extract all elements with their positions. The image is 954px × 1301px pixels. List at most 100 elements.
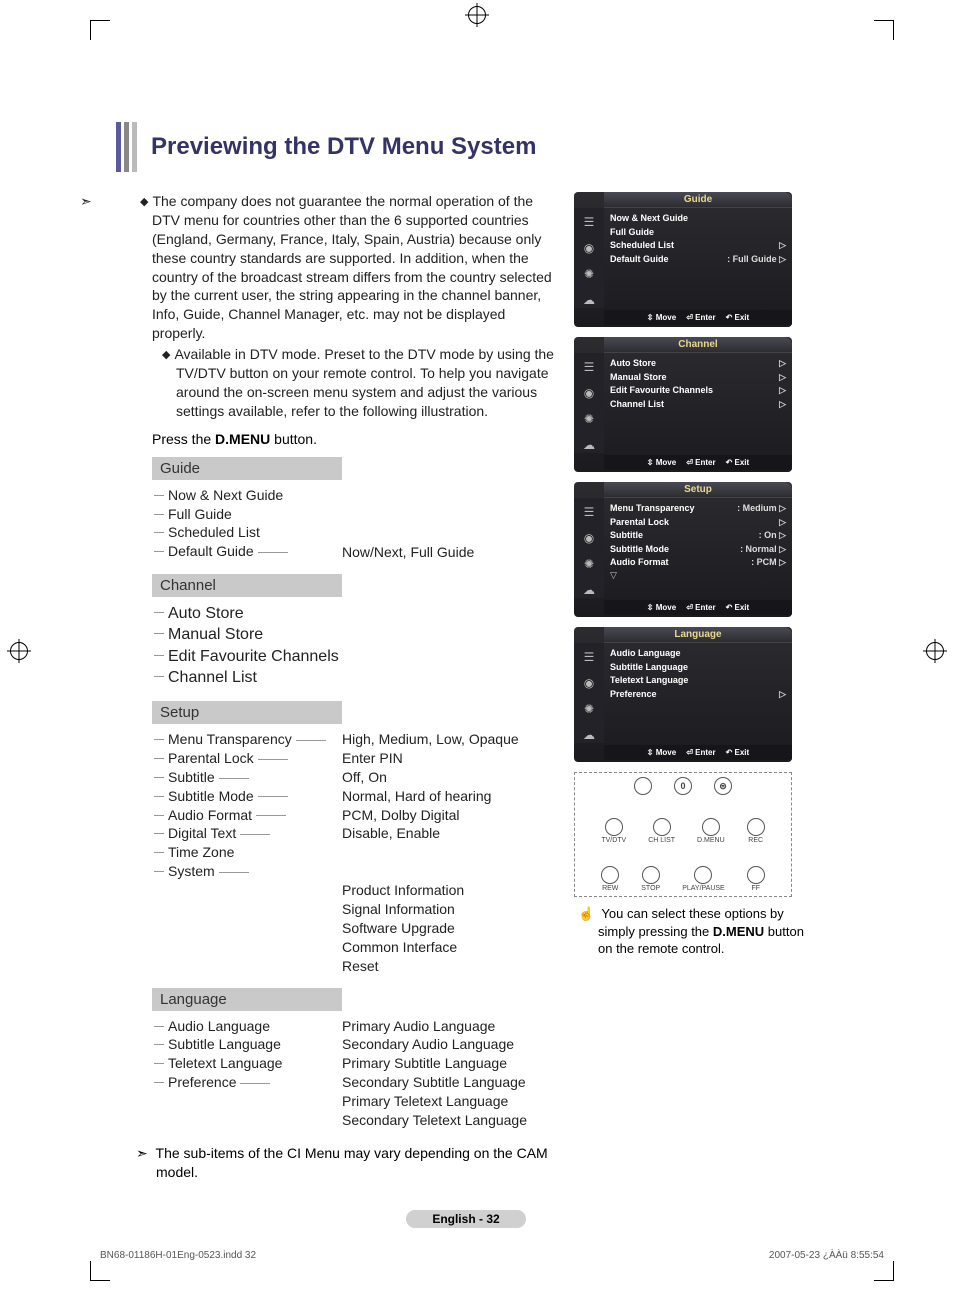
tree-item: Manual Store (152, 624, 556, 646)
section-header: Channel (152, 574, 342, 597)
tree-item: Subtitle Mode (152, 787, 342, 806)
tree-value: Off, On (342, 768, 556, 787)
osd-row: Default Guide: Full Guide ▷ (610, 253, 786, 267)
tree-item: System (152, 862, 342, 881)
osd-row: Audio Language (610, 647, 786, 661)
crop-mark (874, 20, 894, 40)
tree-value: Product Information (342, 881, 556, 900)
osd-row: Edit Favourite Channels▷ (610, 384, 786, 398)
tree-item: Subtitle Language (152, 1035, 342, 1054)
sound-icon: ☁ (581, 582, 597, 598)
tree-item: Subtitle (152, 768, 342, 787)
tree-value: Primary Subtitle Language (342, 1054, 556, 1073)
remote-button: REC (747, 818, 765, 844)
tree-item: Preference (152, 1073, 342, 1092)
tree-item: Edit Favourite Channels (152, 646, 556, 668)
section-setup: Setup Menu Transparency Parental Lock Su… (152, 701, 556, 976)
tree-item: Menu Transparency (152, 730, 342, 749)
section-guide: Guide Now & Next Guide Full Guide Schedu… (152, 457, 556, 562)
osd-exit-hint: ↶ Exit (726, 748, 750, 757)
osd-panel-setup: Setup ☰ ◉ ✺ ☁ Menu Transparency: Medium … (574, 482, 792, 617)
tree-item: Channel List (152, 667, 556, 689)
picture-icon: ✺ (581, 266, 597, 282)
tree-item: Full Guide (152, 505, 342, 524)
remote-button (634, 777, 652, 796)
tree-item: Digital Text (152, 824, 342, 843)
osd-row: Subtitle: On ▷ (610, 529, 786, 543)
osd-panel-language: Language ☰ ◉ ✺ ☁ Audio LanguageSubtitle … (574, 627, 792, 762)
remote-button: FF (747, 866, 765, 892)
press-dmenu-line: Press the D.MENU button. (152, 431, 556, 447)
tree-value: Secondary Audio Language (342, 1035, 556, 1054)
tree-item: Auto Store (152, 603, 556, 625)
osd-row: Parental Lock▷ (610, 516, 786, 530)
osd-row: Audio Format: PCM ▷ (610, 556, 786, 570)
registration-mark-icon (926, 642, 944, 660)
crop-mark (90, 1261, 110, 1281)
tree-item: Time Zone (152, 843, 342, 862)
tip-text: ☝ You can select these options by simply… (598, 905, 804, 958)
crop-mark (874, 1261, 894, 1281)
tv-icon: ☰ (581, 649, 597, 665)
osd-title: Language (604, 627, 792, 643)
picture-icon: ✺ (581, 701, 597, 717)
remote-button: D.MENU (697, 818, 725, 844)
tree-value: PCM, Dolby Digital (342, 806, 556, 825)
osd-row: Subtitle Language (610, 661, 786, 675)
tree-item: Now & Next Guide (152, 486, 342, 505)
page-badge: English - 32 (406, 1210, 526, 1228)
osd-row: Channel List▷ (610, 398, 786, 412)
footer-filename: BN68-01186H-01Eng-0523.indd 32 (100, 1250, 256, 1261)
tree-value: Enter PIN (342, 749, 556, 768)
remote-button: 0 (674, 777, 692, 796)
osd-row: Scheduled List▷ (610, 239, 786, 253)
tv-icon: ☰ (581, 359, 597, 375)
section-header: Setup (152, 701, 342, 724)
osd-move-hint: ⇳ Move (647, 458, 676, 467)
osd-title: Setup (604, 482, 792, 498)
section-channel: Channel Auto Store Manual Store Edit Fav… (152, 574, 556, 689)
osd-enter-hint: ⏎ Enter (686, 603, 715, 612)
osd-move-hint: ⇳ Move (647, 748, 676, 757)
tree-item: Parental Lock (152, 749, 342, 768)
osd-row: Auto Store▷ (610, 357, 786, 371)
tv-icon: ☰ (581, 504, 597, 520)
footer-timestamp: 2007-05-23 ¿ÀÀü 8:55:54 (769, 1250, 884, 1261)
tree-value: Software Upgrade (342, 919, 556, 938)
tree-item: Audio Format (152, 806, 342, 825)
tree-value: Reset (342, 957, 556, 976)
tree-value: Secondary Teletext Language (342, 1111, 556, 1130)
sound-icon: ☁ (581, 727, 597, 743)
osd-row: Subtitle Mode: Normal ▷ (610, 543, 786, 557)
input-icon: ◉ (581, 530, 597, 546)
tree-value: High, Medium, Low, Opaque (342, 730, 556, 749)
osd-move-hint: ⇳ Move (647, 313, 676, 322)
footnote: ➣ The sub-items of the CI Menu may vary … (156, 1144, 556, 1182)
osd-title: Channel (604, 337, 792, 353)
remote-button: REW (601, 866, 619, 892)
tree-value: Signal Information (342, 900, 556, 919)
hand-icon: ☝ (578, 906, 594, 921)
tree-item: Scheduled List (152, 523, 342, 542)
remote-control-snippet: 0⊜TV/DTVCH LISTD.MENURECREWSTOPPLAY/PAUS… (574, 772, 792, 897)
osd-panel-channel: Channel ☰ ◉ ✺ ☁ Auto Store▷Manual Store▷… (574, 337, 792, 472)
registration-mark-icon (468, 6, 486, 24)
tree-value: Normal, Hard of hearing (342, 787, 556, 806)
tree-item: Default Guide (152, 542, 342, 561)
tree-value: Secondary Subtitle Language (342, 1073, 556, 1092)
page-title: Previewing the DTV Menu System (151, 133, 536, 161)
input-icon: ◉ (581, 240, 597, 256)
tree-value: Disable, Enable (342, 824, 556, 843)
remote-button: PLAY/PAUSE (682, 866, 725, 892)
intro-paragraph-2: ◆Available in DTV mode. Preset to the DT… (176, 345, 556, 421)
osd-enter-hint: ⏎ Enter (686, 458, 715, 467)
registration-mark-icon (10, 642, 28, 660)
tree-value: Primary Audio Language (342, 1017, 556, 1036)
osd-enter-hint: ⏎ Enter (686, 313, 715, 322)
intro-paragraph-1: ➣◆The company does not guarantee the nor… (152, 192, 556, 343)
tree-value: Primary Teletext Language (342, 1092, 556, 1111)
section-header: Guide (152, 457, 342, 480)
osd-row: Full Guide (610, 226, 786, 240)
sound-icon: ☁ (581, 292, 597, 308)
osd-panel-guide: Guide ☰ ◉ ✺ ☁ Now & Next GuideFull Guide… (574, 192, 792, 327)
